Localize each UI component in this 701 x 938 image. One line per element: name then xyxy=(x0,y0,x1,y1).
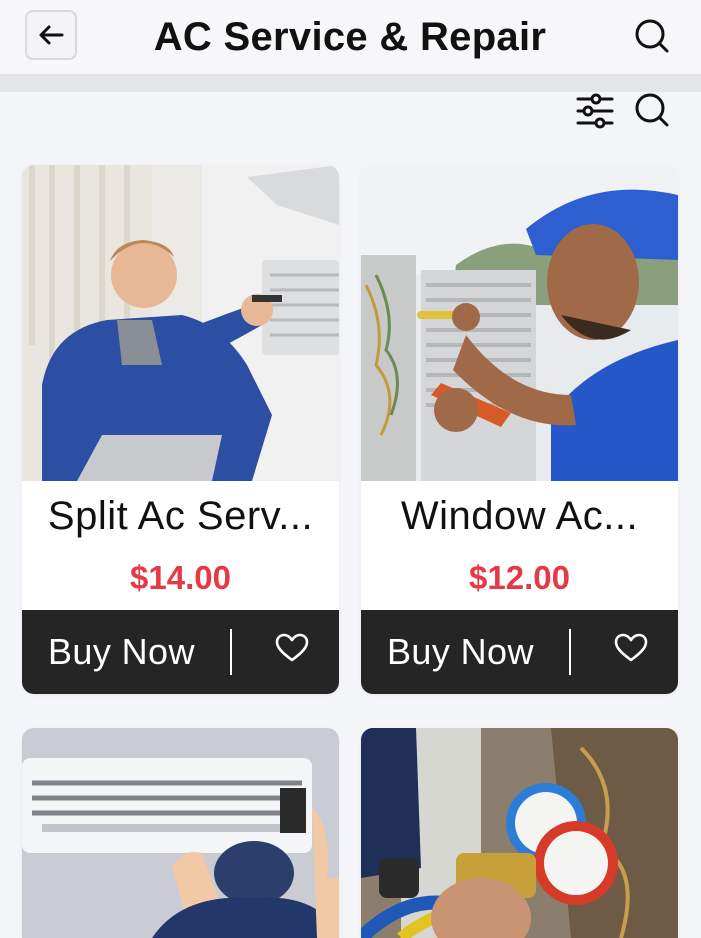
product-image-window-ac-technician[interactable] xyxy=(361,165,678,481)
product-image-ac-gauges[interactable] xyxy=(361,728,678,938)
search-icon xyxy=(635,19,669,53)
product-card[interactable]: Window Ac... $12.00 Buy Now xyxy=(361,165,678,694)
product-price: $14.00 xyxy=(130,559,231,596)
back-button[interactable] xyxy=(25,10,77,60)
product-action-bar: Buy Now xyxy=(361,610,678,694)
product-card[interactable] xyxy=(361,728,678,938)
product-image-split-ac-technician[interactable] xyxy=(22,165,339,481)
heart-icon xyxy=(614,633,648,662)
filter-sliders-icon xyxy=(576,93,614,129)
product-card[interactable] xyxy=(22,728,339,938)
heart-icon xyxy=(275,633,309,662)
buy-now-button[interactable]: Buy Now xyxy=(387,610,583,694)
product-price: $12.00 xyxy=(469,559,570,596)
product-name: Split Ac Serv... xyxy=(47,494,314,538)
filter-button[interactable] xyxy=(574,92,616,130)
buy-now-button[interactable]: Buy Now xyxy=(48,610,244,694)
arrow-left-icon xyxy=(39,25,64,45)
action-divider xyxy=(230,629,232,675)
header-divider-strip xyxy=(0,74,701,92)
product-image-indoor-ac-repair[interactable] xyxy=(22,728,339,938)
header-search-button[interactable] xyxy=(630,14,674,58)
page-title: AC Service & Repair xyxy=(153,15,547,59)
search-icon xyxy=(635,93,669,127)
app-header: AC Service & Repair xyxy=(0,0,701,74)
product-action-bar: Buy Now xyxy=(22,610,339,694)
favorite-button[interactable] xyxy=(611,628,651,668)
action-divider xyxy=(569,629,571,675)
toolbar-search-button[interactable] xyxy=(630,88,674,132)
product-card[interactable]: Split Ac Serv... $14.00 Buy Now xyxy=(22,165,339,694)
product-name: Window Ac... xyxy=(400,494,639,538)
favorite-button[interactable] xyxy=(272,628,312,668)
